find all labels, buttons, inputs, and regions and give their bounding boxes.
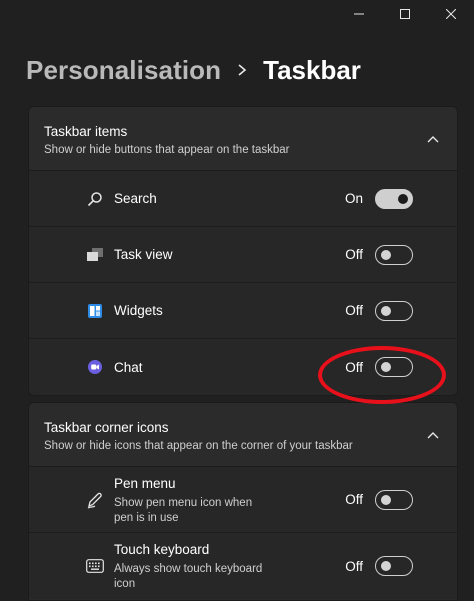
toggle-knob xyxy=(398,193,408,204)
search-icon xyxy=(86,190,104,208)
minimize-button[interactable] xyxy=(336,0,382,28)
widgets-toggle[interactable] xyxy=(375,300,413,321)
toggle-state: Off xyxy=(345,247,363,262)
toggle-state: On xyxy=(344,191,363,206)
row-chat: Chat Off xyxy=(29,339,457,395)
toggle-knob xyxy=(381,494,391,505)
row-label: Task view xyxy=(114,247,173,262)
keyboard-icon xyxy=(86,557,104,575)
toggle-knob xyxy=(381,362,391,372)
toggle-state: Off xyxy=(345,303,363,318)
row-label: Widgets xyxy=(114,303,163,318)
pen-icon xyxy=(86,491,104,509)
toggle-state: Off xyxy=(345,359,363,375)
toggle-knob xyxy=(381,561,391,571)
breadcrumb-parent[interactable]: Personalisation xyxy=(26,55,221,86)
chat-toggle[interactable] xyxy=(375,357,413,377)
row-pen-menu: Pen menu Show pen menu icon when pen is … xyxy=(29,467,457,533)
section-title: Taskbar corner icons xyxy=(44,420,169,435)
toggle-state: Off xyxy=(345,558,363,574)
section-title: Taskbar items xyxy=(44,124,128,139)
minimize-icon xyxy=(354,9,364,19)
row-label: Chat xyxy=(114,359,143,375)
taskbar-corner-icons-header[interactable]: Taskbar corner icons Show or hide icons … xyxy=(29,403,457,467)
row-description: Always show touch keyboard icon xyxy=(114,563,263,590)
close-button[interactable] xyxy=(428,0,474,28)
chevron-up-icon[interactable] xyxy=(425,427,441,443)
close-icon xyxy=(446,9,456,19)
settings-window: Personalisation Taskbar Taskbar items Sh… xyxy=(0,0,474,601)
row-label: Touch keyboard xyxy=(114,542,210,557)
row-description: Show pen menu icon when pen is in use xyxy=(114,497,253,524)
task-view-icon xyxy=(86,246,104,264)
window-controls xyxy=(336,0,474,28)
page-title: Taskbar xyxy=(263,54,361,85)
section-subtitle: Show or hide buttons that appear on the … xyxy=(44,144,290,156)
widgets-icon xyxy=(86,302,104,320)
row-touch-keyboard: Touch keyboard Always show touch keyboar… xyxy=(29,533,457,599)
taskbar-items-section: Taskbar items Show or hide buttons that … xyxy=(28,106,458,396)
maximize-button[interactable] xyxy=(382,0,428,28)
row-search: Search On xyxy=(29,171,457,227)
row-label: Pen menu xyxy=(114,476,176,491)
taskbar-corner-icons-section: Taskbar corner icons Show or hide icons … xyxy=(28,402,458,601)
row-widgets: Widgets Off xyxy=(29,283,457,339)
chat-icon xyxy=(86,358,104,376)
breadcrumb: Personalisation Taskbar xyxy=(26,52,361,88)
toggle-state: Off xyxy=(345,492,363,507)
chevron-up-icon[interactable] xyxy=(425,131,441,147)
toggle-knob xyxy=(381,249,391,260)
row-task-view: Task view Off xyxy=(29,227,457,283)
toggle-knob xyxy=(381,305,391,316)
row-label: Search xyxy=(114,191,157,206)
maximize-icon xyxy=(400,9,410,19)
chevron-right-icon xyxy=(237,63,247,77)
pen-menu-toggle[interactable] xyxy=(375,489,413,510)
touch-keyboard-toggle[interactable] xyxy=(375,556,413,576)
taskbar-items-header[interactable]: Taskbar items Show or hide buttons that … xyxy=(29,107,457,171)
section-subtitle: Show or hide icons that appear on the co… xyxy=(44,440,353,452)
search-toggle[interactable] xyxy=(375,188,413,209)
task-view-toggle[interactable] xyxy=(375,244,413,265)
